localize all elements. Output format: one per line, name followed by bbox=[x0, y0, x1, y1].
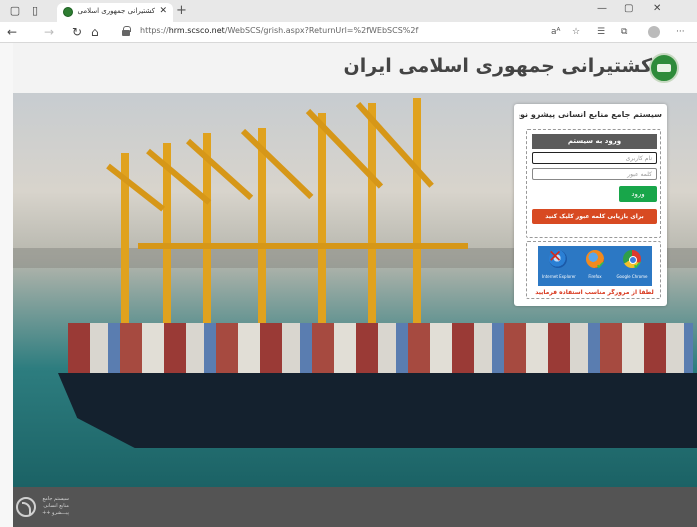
ship-hull bbox=[58, 373, 697, 448]
favicon-icon bbox=[63, 7, 73, 17]
panel-title: سیستم جامع منابع انسانی پیشرو نوین bbox=[519, 110, 662, 119]
tab-close-icon[interactable]: ✕ bbox=[159, 6, 167, 16]
footer-line: پیـــشرو ++ bbox=[42, 510, 69, 516]
browser-firefox: ✔ Firefox bbox=[579, 248, 611, 284]
profile-icon[interactable] bbox=[648, 26, 660, 38]
username-input[interactable] bbox=[532, 152, 657, 164]
star-icon[interactable]: ☆ bbox=[572, 26, 580, 38]
browser-note: لطفا از مرورگر مناسب استفاده فرمایید bbox=[535, 289, 654, 296]
read-aloud-icon[interactable]: aᴬ bbox=[551, 26, 560, 38]
browser-name: Google Chrome bbox=[616, 274, 648, 279]
crane bbox=[368, 103, 376, 323]
login-panel: سیستم جامع منابع انسانی پیشرو نوین ورود … bbox=[514, 104, 667, 306]
password-input[interactable] bbox=[532, 168, 657, 180]
window-close-icon[interactable]: ✕ bbox=[653, 3, 661, 14]
tab-title: کشتیرانی جمهوری اسلامی ایران bbox=[77, 7, 155, 15]
footer-line: سیستم جامع bbox=[42, 496, 69, 502]
company-logo bbox=[649, 53, 679, 83]
footer-text: سیستم جامع منابع انسانی پیـــشرو ++ bbox=[33, 496, 69, 517]
footer-line: منابع انسانی bbox=[43, 503, 69, 509]
login-button[interactable]: ورود bbox=[619, 186, 657, 202]
browser-name: Firefox bbox=[588, 274, 602, 279]
url-bar[interactable]: https://hrm.scsco.net/WebSCS/grish.aspx?… bbox=[118, 24, 448, 40]
tabs-icon[interactable]: ▯ bbox=[28, 4, 42, 18]
crane bbox=[413, 98, 421, 323]
page-title: کشتیرانی جمهوری اسلامی ایران bbox=[343, 55, 652, 77]
address-bar-row: ← → ↻ ⌂ https://hrm.scsco.net/WebSCS/gri… bbox=[0, 22, 697, 43]
collections-icon[interactable]: ⧉ bbox=[621, 26, 627, 38]
site-footer: سیستم جامع منابع انسانی پیـــشرو ++ bbox=[13, 487, 697, 527]
browser-chrome: ✔ Google Chrome bbox=[616, 248, 648, 284]
forward-arrow-icon[interactable]: → bbox=[44, 25, 54, 39]
lock-icon[interactable] bbox=[122, 26, 131, 36]
unsupported-x-icon: ✕ bbox=[548, 247, 563, 267]
maximize-icon[interactable]: ▢ bbox=[624, 3, 633, 14]
tab-actions-icon[interactable]: ▢ bbox=[8, 4, 22, 18]
browser-banner: ✕ Internet Explorer ✔ Firefox ✔ Google C… bbox=[538, 246, 652, 286]
minimize-icon[interactable]: — bbox=[597, 3, 607, 14]
supported-check-icon: ✔ bbox=[596, 259, 606, 272]
crane-boom bbox=[240, 128, 314, 200]
home-icon[interactable]: ⌂ bbox=[91, 25, 99, 39]
browser-tab[interactable]: کشتیرانی جمهوری اسلامی ایران ✕ bbox=[57, 3, 173, 22]
back-arrow-icon[interactable]: ← bbox=[7, 25, 17, 39]
favorites-list-icon[interactable]: ☰ bbox=[597, 26, 605, 38]
browser-name: Internet Explorer bbox=[542, 274, 576, 279]
recover-password-button[interactable]: برای بازیابی کلمه عبور کلیک کنید bbox=[532, 209, 657, 224]
crane bbox=[318, 113, 326, 323]
browser-support-box: ✕ Internet Explorer ✔ Firefox ✔ Google C… bbox=[526, 241, 661, 299]
supported-check-icon: ✔ bbox=[633, 259, 643, 272]
refresh-icon[interactable]: ↻ bbox=[72, 25, 82, 39]
new-tab-button[interactable]: + bbox=[176, 3, 187, 19]
crane bbox=[258, 128, 266, 323]
crane-boom bbox=[106, 163, 166, 212]
login-heading: ورود به سیستم bbox=[532, 134, 657, 149]
site-header: کشتیرانی جمهوری اسلامی ایران bbox=[13, 43, 697, 93]
login-box: ورود به سیستم ورود برای بازیابی کلمه عبو… bbox=[526, 129, 661, 238]
more-icon[interactable]: ··· bbox=[676, 26, 685, 38]
crane-boom bbox=[138, 243, 468, 249]
ship-containers bbox=[68, 323, 693, 378]
browser-ie: ✕ Internet Explorer bbox=[542, 247, 576, 284]
url-text: https://hrm.scsco.net/WebSCS/grish.aspx?… bbox=[140, 26, 419, 35]
browser-tab-strip: ▢ ▯ کشتیرانی جمهوری اسلامی ایران ✕ + — ▢… bbox=[0, 0, 697, 22]
